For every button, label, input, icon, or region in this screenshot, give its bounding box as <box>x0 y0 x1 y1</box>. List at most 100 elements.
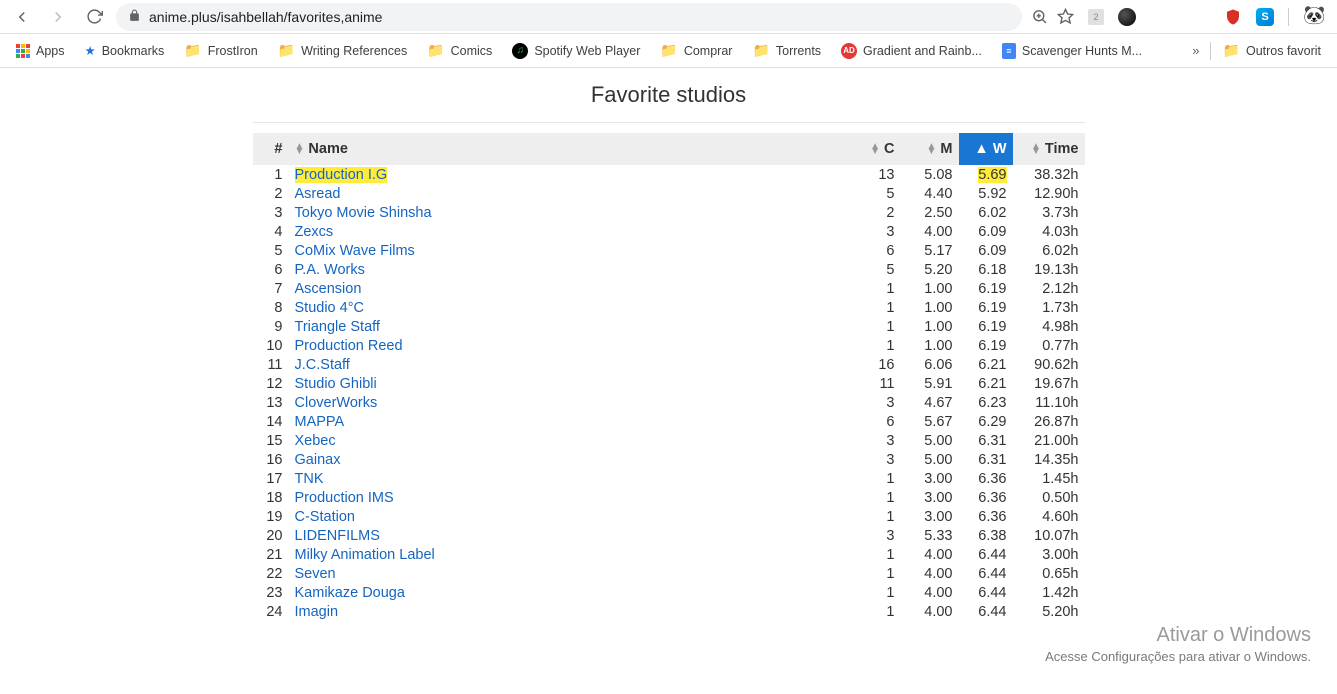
studio-link[interactable]: P.A. Works <box>295 262 365 278</box>
studio-link[interactable]: J.C.Staff <box>295 357 350 373</box>
col-c[interactable]: ▲▼C <box>853 133 901 165</box>
ublock-icon[interactable] <box>1224 8 1242 26</box>
studio-link[interactable]: TNK <box>295 471 324 487</box>
table-row: 24Imagin14.006.445.20h <box>253 602 1085 621</box>
bookmark-star-icon: ★ <box>85 43 96 58</box>
studio-link[interactable]: Imagin <box>295 604 339 620</box>
cell-name: Tokyo Movie Shinsha <box>289 203 853 222</box>
studio-link[interactable]: Xebec <box>295 433 336 449</box>
cell-name: Studio 4°C <box>289 298 853 317</box>
studio-link[interactable]: Production I.G <box>295 167 388 183</box>
forward-button[interactable] <box>44 3 72 31</box>
cell-w: 6.44 <box>959 545 1013 564</box>
studio-link[interactable]: Triangle Staff <box>295 319 380 335</box>
cell-m: 1.00 <box>901 298 959 317</box>
studio-link[interactable]: Ascension <box>295 281 362 297</box>
skype-icon[interactable]: S <box>1256 8 1274 26</box>
bookmark-folder[interactable]: 📁Comics <box>419 38 500 63</box>
table-row: 6P.A. Works55.206.1819.13h <box>253 260 1085 279</box>
cell-name: Imagin <box>289 602 853 621</box>
panda-icon[interactable] <box>1303 7 1323 27</box>
reload-button[interactable] <box>80 3 108 31</box>
studio-link[interactable]: CoMix Wave Films <box>295 243 415 259</box>
star-icon[interactable] <box>1056 8 1074 26</box>
apps-label: Apps <box>36 44 65 58</box>
address-bar[interactable]: anime.plus/isahbellah/favorites,anime <box>116 3 1022 31</box>
sort-icon: ▲▼ <box>927 144 937 154</box>
separator <box>1210 42 1211 60</box>
more-bookmarks-icon[interactable]: » <box>1186 43 1205 58</box>
cell-rank: 10 <box>253 336 289 355</box>
cell-rank: 8 <box>253 298 289 317</box>
cell-c: 1 <box>853 317 901 336</box>
studio-link[interactable]: CloverWorks <box>295 395 378 411</box>
col-m[interactable]: ▲▼M <box>901 133 959 165</box>
cell-rank: 12 <box>253 374 289 393</box>
studio-link[interactable]: Milky Animation Label <box>295 547 435 563</box>
table-row: 3Tokyo Movie Shinsha22.506.023.73h <box>253 203 1085 222</box>
apps-button[interactable]: Apps <box>8 40 73 62</box>
bookmarks-button[interactable]: ★ Bookmarks <box>77 39 173 62</box>
col-name[interactable]: ▲▼Name <box>289 133 853 165</box>
studio-link[interactable]: Production IMS <box>295 490 394 506</box>
table-row: 23Kamikaze Douga14.006.441.42h <box>253 583 1085 602</box>
cell-time: 0.50h <box>1013 488 1085 507</box>
cell-m: 4.00 <box>901 545 959 564</box>
bookmark-folder[interactable]: 📁Comprar <box>652 38 740 63</box>
cell-c: 3 <box>853 526 901 545</box>
studio-link[interactable]: Tokyo Movie Shinsha <box>295 205 432 221</box>
bookmark-folder[interactable]: 📁FrostIron <box>176 38 265 63</box>
cell-m: 6.06 <box>901 355 959 374</box>
spotify-icon: ♫ <box>512 43 528 59</box>
cell-m: 5.20 <box>901 260 959 279</box>
cell-w: 6.31 <box>959 431 1013 450</box>
cell-time: 4.03h <box>1013 222 1085 241</box>
cell-c: 1 <box>853 545 901 564</box>
studio-link[interactable]: Gainax <box>295 452 341 468</box>
studio-link[interactable]: Studio 4°C <box>295 300 364 316</box>
cell-w: 6.21 <box>959 355 1013 374</box>
back-button[interactable] <box>8 3 36 31</box>
col-w[interactable]: ▲ W <box>959 133 1013 165</box>
bookmark-link[interactable]: ADGradient and Rainb... <box>833 39 990 63</box>
zoom-icon[interactable] <box>1030 8 1048 26</box>
studio-link[interactable]: Seven <box>295 566 336 582</box>
cell-name: Kamikaze Douga <box>289 583 853 602</box>
cell-rank: 6 <box>253 260 289 279</box>
studio-link[interactable]: Kamikaze Douga <box>295 585 405 601</box>
studio-link[interactable]: Asread <box>295 186 341 202</box>
cell-rank: 21 <box>253 545 289 564</box>
cell-rank: 20 <box>253 526 289 545</box>
cell-m: 1.00 <box>901 317 959 336</box>
bookmark-folder[interactable]: 📁Torrents <box>744 38 829 63</box>
studio-link[interactable]: Production Reed <box>295 338 403 354</box>
sort-asc-icon: ▲ <box>974 141 992 157</box>
other-bookmarks[interactable]: 📁Outros favorit <box>1215 38 1329 63</box>
cell-m: 4.40 <box>901 184 959 203</box>
cell-w: 6.19 <box>959 336 1013 355</box>
studio-link[interactable]: Zexcs <box>295 224 334 240</box>
extension-badge[interactable]: 2 <box>1088 9 1104 25</box>
bookmark-folder[interactable]: 📁Writing References <box>270 38 416 63</box>
cell-time: 14.35h <box>1013 450 1085 469</box>
studio-link[interactable]: Studio Ghibli <box>295 376 377 392</box>
cell-w: 6.44 <box>959 583 1013 602</box>
col-rank[interactable]: # <box>253 133 289 165</box>
cell-w: 5.92 <box>959 184 1013 203</box>
cell-name: CloverWorks <box>289 393 853 412</box>
cell-name: Production I.G <box>289 165 853 184</box>
cell-c: 1 <box>853 336 901 355</box>
bookmarks-bar: Apps ★ Bookmarks 📁FrostIron 📁Writing Ref… <box>0 34 1337 68</box>
extension-dark-icon[interactable] <box>1118 8 1136 26</box>
studio-link[interactable]: C-Station <box>295 509 355 525</box>
cell-w: 6.23 <box>959 393 1013 412</box>
cell-m: 3.00 <box>901 469 959 488</box>
studio-link[interactable]: MAPPA <box>295 414 345 430</box>
cell-c: 1 <box>853 279 901 298</box>
cell-m: 3.00 <box>901 488 959 507</box>
bookmark-link[interactable]: ♫Spotify Web Player <box>504 39 648 63</box>
studio-link[interactable]: LIDENFILMS <box>295 528 380 544</box>
table-row: 16Gainax35.006.3114.35h <box>253 450 1085 469</box>
col-time[interactable]: ▲▼Time <box>1013 133 1085 165</box>
bookmark-link[interactable]: ≡Scavenger Hunts M... <box>994 39 1150 63</box>
